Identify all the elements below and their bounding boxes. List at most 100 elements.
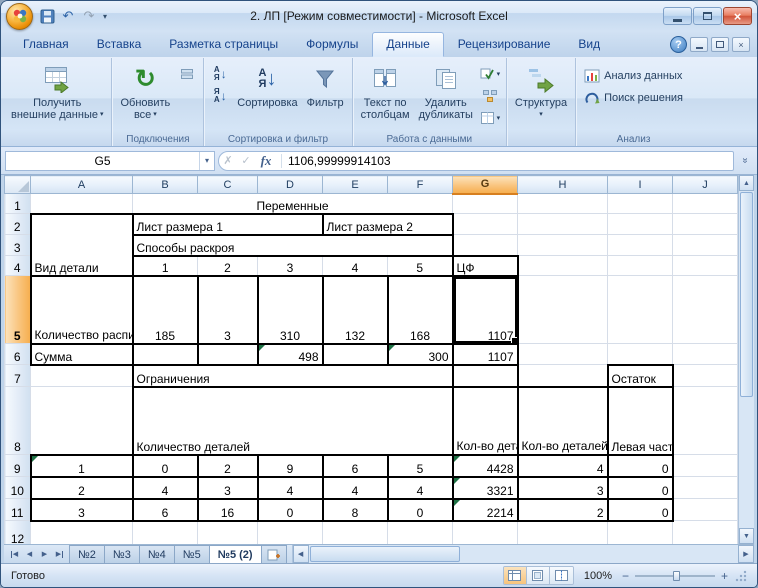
structure-button[interactable]: Структура ▾ [512,61,570,123]
cell-g11[interactable]: 2214 [451,498,519,522]
zoom-out-button[interactable]: − [621,570,630,582]
data-analysis-button[interactable]: Анализ данных [581,67,686,85]
redo-button[interactable]: ↷ [80,7,98,25]
cancel-button[interactable]: ✗ [219,154,237,167]
row-header[interactable]: 3 [4,234,31,256]
cell[interactable] [517,364,609,388]
undo-button[interactable]: ↶ [59,7,77,25]
consolidate-button[interactable] [479,86,501,105]
cell[interactable] [387,520,453,544]
column-header-f[interactable]: F [387,175,453,194]
sort-button[interactable]: АЯ ↓ Сортировка [234,61,300,111]
cell[interactable] [452,193,518,214]
cell[interactable] [607,275,673,344]
cell-a9[interactable]: 1 [29,453,134,478]
cell[interactable] [672,520,738,544]
cell[interactable] [452,520,518,544]
sheet-tab-n5-2-active[interactable]: №5 (2) [208,545,262,563]
tab-review[interactable]: Рецензирование [444,32,565,57]
row-header[interactable]: 4 [4,255,31,276]
row-header[interactable]: 11 [4,498,31,521]
column-header-a[interactable]: A [30,175,133,194]
cell-b9[interactable]: 0 [131,454,199,478]
column-header-c[interactable]: C [197,175,258,194]
save-button[interactable] [38,7,56,25]
cell[interactable] [672,498,738,521]
cell[interactable] [672,213,738,235]
cell-e10[interactable]: 4 [321,476,389,500]
horizontal-scrollbar[interactable]: ◀ ▶ [291,545,754,563]
cell-b10[interactable]: 4 [131,476,199,500]
sheet-tab-n3[interactable]: №3 [103,545,140,563]
cell-d4[interactable]: 3 [257,255,323,277]
page-layout-view-button[interactable] [526,567,550,584]
cell-i8[interactable]: Левая часть [606,386,674,456]
expand-formula-bar-button[interactable]: » [737,151,753,171]
cell-c5[interactable]: 3 [196,275,259,345]
last-sheet-button[interactable]: ▶ [53,550,66,558]
cell-i9[interactable]: 0 [606,454,674,478]
row-header-5-selected[interactable]: 5 [4,275,31,344]
cell[interactable] [607,213,673,235]
workbook-restore-button[interactable] [711,37,729,52]
row-header[interactable]: 7 [4,364,31,387]
cell[interactable] [672,454,738,477]
column-header-g-selected[interactable]: G [452,175,518,195]
cell[interactable] [672,386,738,455]
column-header-d[interactable]: D [257,175,323,194]
cell[interactable] [30,364,133,387]
cell-d6[interactable]: 498 [256,343,324,366]
cell[interactable] [517,234,608,256]
scroll-down-button[interactable]: ▼ [739,528,754,544]
zoom-level[interactable]: 100% [584,570,612,582]
formula-field[interactable]: ✗ ✓ fx 1106,99999914103 [218,150,734,171]
horizontal-scroll-track[interactable] [461,545,738,563]
row-header[interactable]: 12 [4,520,31,544]
row-header[interactable]: 1 [4,193,31,214]
filter-button[interactable]: Фильтр [304,61,347,111]
cell-i7[interactable]: Остаток [606,363,674,388]
cell[interactable] [452,213,518,235]
cell[interactable] [322,520,388,544]
cell-g10[interactable]: 3321 [451,476,519,500]
sort-descending-button[interactable]: ЯА ↓ [209,86,231,105]
cell-a6[interactable]: Сумма [29,343,134,366]
cell-f6[interactable]: 300 [386,343,454,366]
previous-sheet-button[interactable]: ◀ [23,550,36,558]
cell-h8[interactable]: Кол-во деталей в комплекте [517,386,609,456]
column-header-b[interactable]: B [132,175,198,194]
horizontal-scroll-thumb[interactable] [309,546,460,562]
insert-function-button[interactable]: fx [255,153,277,169]
sheet-tab-n2[interactable]: №2 [69,545,105,563]
cell-e4[interactable]: 4 [322,255,388,277]
cell-e2[interactable]: Лист размера 2 [321,212,454,236]
cell[interactable] [517,255,608,276]
cell[interactable] [132,520,198,544]
select-all-corner[interactable] [4,175,31,194]
cell-a10[interactable]: 2 [29,476,134,500]
cell[interactable] [30,193,133,215]
next-sheet-button[interactable]: ▶ [38,550,51,558]
cell-b3[interactable]: Способы раскроя [131,234,454,257]
cell-b7[interactable]: Ограничения [131,364,454,388]
cell-g9[interactable]: 4428 [451,454,519,478]
cell-d5[interactable]: 310 [256,275,324,345]
zoom-thumb[interactable] [672,570,680,581]
cell-f9[interactable]: 5 [386,454,454,478]
sort-ascending-button[interactable]: АЯ ↓ [209,64,231,83]
insert-worksheet-button[interactable] [260,545,287,563]
cell-b1[interactable]: Переменные [132,193,453,215]
cell[interactable] [517,213,608,235]
cell[interactable] [517,275,608,344]
vertical-scroll-track[interactable] [739,398,754,528]
data-validation-button[interactable]: ▾ [479,64,501,83]
get-external-data-button[interactable]: Получить внешние данные ▾ [8,61,106,123]
cell-a11[interactable]: 3 [29,498,134,522]
name-box[interactable]: G5 ▾ [5,150,215,171]
cell[interactable] [517,520,608,544]
cell-a5[interactable]: Количество распиленных деталей [29,275,134,345]
column-header-i[interactable]: I [607,175,673,194]
cell[interactable] [321,343,389,366]
cell-b11[interactable]: 6 [131,498,199,522]
cell[interactable] [451,364,519,388]
